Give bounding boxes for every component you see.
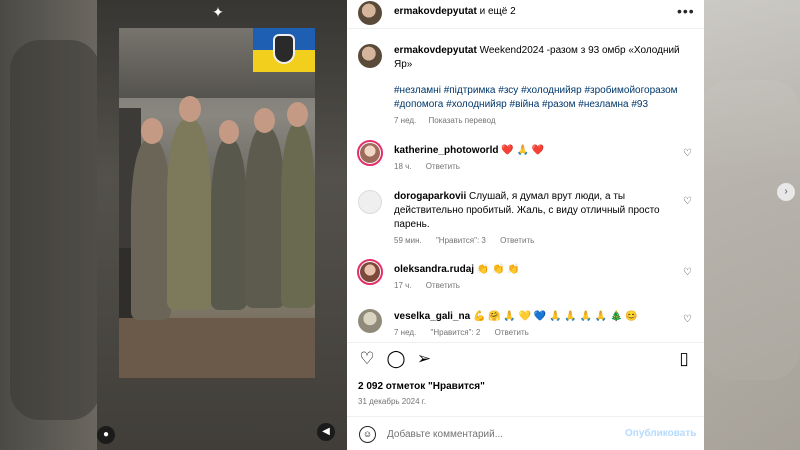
brigade-emblem-icon [273,34,295,64]
reply-button[interactable]: Ответить [426,162,460,171]
caption-username[interactable]: ermakovdepyutat [394,45,477,56]
divider [347,416,704,417]
blurred-right-strip [704,0,800,450]
post-panel: ermakovdepyutat и ещё 2 ••• ermakovdepyu… [347,0,704,450]
post-media[interactable]: ✦ ● ◀ [97,0,347,450]
reply-button[interactable]: Ответить [500,236,534,245]
comment-text: 💪 🤗 🙏 💛 💙 🙏 🙏 🙏 🙏 🎄 😊 [472,311,638,322]
more-options-icon[interactable]: ••• [677,3,695,19]
post-caption: ermakovdepyutat Weekend2024 -разом з 93 … [394,44,689,72]
post-date: 31 декабрь 2024 г. [358,397,426,406]
emoji-icon[interactable]: ☺ [359,426,376,443]
comment-avatar[interactable] [358,309,382,333]
caption-avatar[interactable] [358,44,382,68]
person-figure [245,128,285,308]
comment-username[interactable]: oleksandra.rudaj [394,264,474,275]
sparkle-icon[interactable]: ✦ [209,3,227,21]
post-photo [119,28,315,378]
comment-icon[interactable]: ◯ [385,348,407,370]
comment-username[interactable]: veselka_gali_na [394,311,470,322]
person-figure [281,124,315,308]
person-head [179,96,201,122]
comment-text: ❤️ 🙏 ❤️ [501,145,545,156]
ukraine-flag-icon [253,28,315,72]
divider [347,342,704,343]
caption-hashtags[interactable]: #незламні #підтримка #зсу #холоднийяр #з… [394,84,689,112]
comment-avatar[interactable] [360,143,380,163]
person-head [254,108,275,133]
person-head [219,120,239,144]
comment-likes[interactable]: "Нравится": 2 [431,328,481,337]
post-header: ermakovdepyutat и ещё 2 ••• [347,0,704,26]
comment-time: 18 ч. [394,162,412,171]
comment-time: 59 мин. [394,236,422,245]
comment-item: oleksandra.rudaj 👏 👏 👏 17 ч. Ответить ♡ [347,259,704,293]
divider [347,28,704,29]
comment-username[interactable]: katherine_photoworld [394,145,498,156]
caption-meta: 7 нед. Показать перевод [394,116,506,125]
share-icon[interactable]: ➢ [413,348,435,370]
comment-likes[interactable]: "Нравится": 3 [436,236,486,245]
chevron-right-icon[interactable]: › [777,183,795,201]
volume-off-icon[interactable]: ◀ [317,423,335,441]
avatar[interactable] [358,1,382,25]
comment-time: 17 ч. [394,281,412,290]
comment-item: katherine_photoworld ❤️ 🙏 ❤️ 18 ч. Ответ… [347,140,704,174]
comment-input[interactable] [387,427,617,441]
background-blur-shape [10,40,100,420]
comment-text: 👏 👏 👏 [476,264,520,275]
person-head [287,102,308,127]
heart-icon[interactable]: ♡ [683,267,692,278]
header-coauthors[interactable]: и ещё 2 [480,6,516,17]
translate-link[interactable]: Показать перевод [429,116,496,125]
header-username[interactable]: ermakovdepyutat [394,6,477,17]
comment-avatar[interactable] [358,190,382,214]
person-head [141,118,163,144]
comment-composer: ☺ Опубликовать [347,418,704,450]
heart-icon[interactable]: ♡ [683,196,692,207]
user-icon[interactable]: ● [97,426,115,444]
post-comment-button[interactable]: Опубликовать [625,428,696,439]
comment-avatar[interactable] [360,262,380,282]
heart-icon[interactable]: ♡ [683,148,692,159]
person-figure [167,120,211,310]
heart-icon[interactable]: ♡ [683,314,692,325]
reply-button[interactable]: Ответить [426,281,460,290]
heart-icon[interactable]: ♡ [356,348,378,370]
reply-button[interactable]: Ответить [495,328,529,337]
caption-time: 7 нед. [394,116,417,125]
comment-item: veselka_gali_na 💪 🤗 🙏 💛 💙 🙏 🙏 🙏 🙏 🎄 😊 7 … [347,309,704,340]
person-figure [131,140,171,320]
comment-username[interactable]: dorogaparkovii [394,191,466,202]
photo-floor [119,318,315,378]
comment-item: dorogaparkovii Слушай, я думал врут люди… [347,190,704,246]
action-bar: ♡ ◯ ➢ ▯ [347,348,704,374]
comment-time: 7 нед. [394,328,417,337]
person-figure [211,140,247,310]
like-count[interactable]: 2 092 отметок "Нравится" [358,381,485,392]
bookmark-icon[interactable]: ▯ [673,348,695,370]
